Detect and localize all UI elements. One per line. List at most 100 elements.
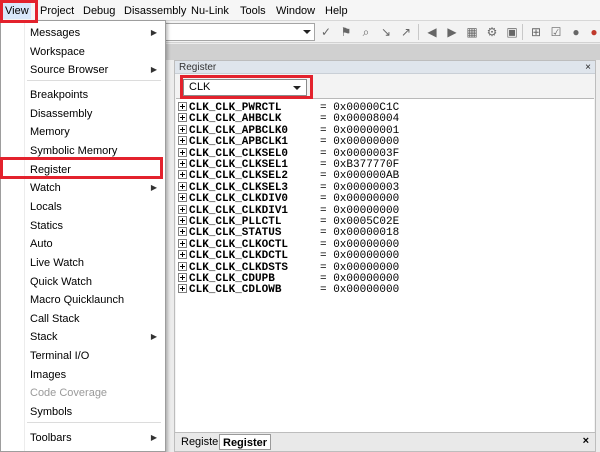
expand-icon[interactable] [178,124,187,134]
expand-icon[interactable] [178,159,187,168]
bookmark-icon[interactable]: ⚑ [338,24,354,40]
view-menu-item-images[interactable]: Images [1,366,165,384]
register-window: Register × CLK CLK_CLK_PWRCTL = 0x00000C1… [174,60,596,452]
view-menu-item-register[interactable]: Register [1,161,165,179]
tab-register-2[interactable]: Register [219,434,272,450]
menu-window[interactable]: Window [274,3,317,19]
stop-debug-icon[interactable]: ● [586,24,600,40]
view-menu-item-quick-watch[interactable]: Quick Watch [1,273,165,291]
menu-item-label: Call Stack [30,313,80,325]
view-menu-item-stack[interactable]: Stack ▶ [1,328,165,346]
expand-icon[interactable] [178,147,187,157]
toggle-breakpoint-icon[interactable]: ⊞ [528,24,544,40]
register-row[interactable]: CLK_CLK_CLKDSTS = 0x00000000 [178,261,399,273]
expand-icon[interactable] [178,102,187,111]
register-row[interactable]: CLK_CLK_CLKSEL0 = 0x0000003F [178,147,399,159]
expand-icon[interactable] [178,181,187,191]
menu-item-label: Locals [30,201,62,213]
menu-help[interactable]: Help [323,3,350,19]
editor-tab-strip [166,44,600,60]
register-row[interactable]: CLK_CLK_CDUPB = 0x00000000 [178,272,399,285]
register-row[interactable]: CLK_CLK_APBCLK1 = 0x00000000 [178,135,399,148]
expand-icon[interactable] [178,136,187,146]
register-window-titlebar: Register × [175,61,595,74]
menu-separator [27,80,161,81]
expand-icon[interactable] [178,113,187,123]
expand-icon[interactable] [178,273,187,282]
compile-icon[interactable]: ▦ [464,24,480,40]
nav-back-icon[interactable]: ◀ [424,24,440,40]
menu-item-label: Memory [30,126,70,138]
expand-icon[interactable] [178,216,187,225]
register-row[interactable]: CLK_CLK_PWRCTL = 0x00000C1C [178,101,399,114]
view-menu-item-disassembly[interactable]: Disassembly [1,105,165,123]
close-icon[interactable]: × [583,435,589,447]
menu-item-label: Watch [30,182,61,194]
submenu-arrow-icon: ▶ [150,65,157,74]
view-menu-item-watch[interactable]: Watch ▶ [1,179,165,197]
toolbar-separator [418,24,419,40]
view-menu-item-toolbars[interactable]: Toolbars ▶ [1,429,165,447]
expand-icon[interactable] [178,193,187,203]
view-menu-item-live-watch[interactable]: Live Watch [1,254,165,272]
stop-build-icon[interactable]: ▣ [504,24,520,40]
register-row[interactable]: CLK_CLK_AHBCLK = 0x00008004 [178,112,399,125]
view-menu-item-locals[interactable]: Locals [1,198,165,216]
register-row[interactable]: CLK_CLK_APBCLK0 = 0x00000001 [178,124,399,136]
menu-item-label: Register [30,164,71,176]
menu-nu-link[interactable]: Nu-Link [189,3,231,19]
register-row[interactable]: CLK_CLK_CLKSEL1 = 0xB377770F [178,158,399,171]
register-row[interactable]: CLK_CLK_CLKDCTL = 0x00000000 [178,249,399,262]
view-menu-item-symbols[interactable]: Symbols [1,403,165,421]
register-row[interactable]: CLK_CLK_CLKDIV1 = 0x00000000 [178,204,399,216]
prev-bookmark-icon[interactable]: ↗ [398,24,414,40]
menu-view[interactable]: View [3,3,31,19]
view-menu-item-symbolic-memory[interactable]: Symbolic Memory [1,142,165,160]
expand-icon[interactable] [178,170,187,180]
register-row[interactable]: CLK_CLK_CLKSEL2 = 0x000000AB [178,169,399,182]
nav-forward-icon[interactable]: ▶ [444,24,460,40]
expand-icon[interactable] [178,261,187,271]
view-menu-item-call-stack[interactable]: Call Stack [1,310,165,328]
view-menu-item-memory[interactable]: Memory [1,123,165,141]
debug-icon[interactable]: ● [568,24,584,40]
submenu-arrow-icon: ▶ [150,28,157,37]
view-menu-item-macro-quicklaunch[interactable]: Macro Quicklaunch [1,291,165,309]
tab-register-1[interactable]: Register [178,434,225,450]
menu-item-label: Messages [30,27,81,39]
menu-item-label: Disassembly [30,108,93,120]
view-menu-item-workspace[interactable]: Workspace [1,43,165,61]
view-menu: Messages ▶ Workspace Source Browser ▶ Breakpo… [0,20,166,452]
find-icon[interactable]: ⌕ [358,24,374,40]
expand-icon[interactable] [178,250,187,260]
menu-disassembly[interactable]: Disassembly [122,3,188,19]
register-row[interactable]: CLK_CLK_CDLOWB = 0x00000000 [178,283,399,296]
expand-icon[interactable] [178,204,187,214]
menu-project[interactable]: Project [38,3,76,19]
close-icon[interactable]: × [585,61,591,74]
check-icon[interactable]: ✓ [318,24,334,40]
view-menu-item-terminal-i-o[interactable]: Terminal I/O [1,347,165,365]
register-row[interactable]: CLK_CLK_CLKDIV0 = 0x00000000 [178,192,399,205]
register-group-select[interactable]: CLK [183,79,307,96]
register-row[interactable]: CLK_CLK_CLKSEL3 = 0x00000003 [178,181,399,193]
expand-icon[interactable] [178,238,187,248]
menu-tools[interactable]: Tools [238,3,268,19]
register-row[interactable]: CLK_CLK_PLLCTL = 0x0005C02E [178,215,399,228]
next-bookmark-icon[interactable]: ↘ [378,24,394,40]
register-row[interactable]: CLK_CLK_CLKOCTL = 0x00000000 [178,238,399,250]
breakpoint-list-icon[interactable]: ☑ [548,24,564,40]
view-menu-item-messages[interactable]: Messages ▶ [1,24,165,42]
expand-icon[interactable] [178,227,187,237]
make-icon[interactable]: ⚙ [484,24,500,40]
expand-icon[interactable] [178,284,187,294]
register-row[interactable]: CLK_CLK_STATUS = 0x00000018 [178,226,399,239]
view-menu-item-auto[interactable]: Auto [1,235,165,253]
menu-debug[interactable]: Debug [81,3,117,19]
toolbar-search-combo[interactable] [165,23,315,41]
menu-item-label: Quick Watch [30,276,92,288]
view-menu-item-breakpoints[interactable]: Breakpoints [1,86,165,104]
view-menu-item-source-browser[interactable]: Source Browser ▶ [1,61,165,79]
menu-item-label: Statics [30,220,64,232]
view-menu-item-statics[interactable]: Statics [1,217,165,235]
